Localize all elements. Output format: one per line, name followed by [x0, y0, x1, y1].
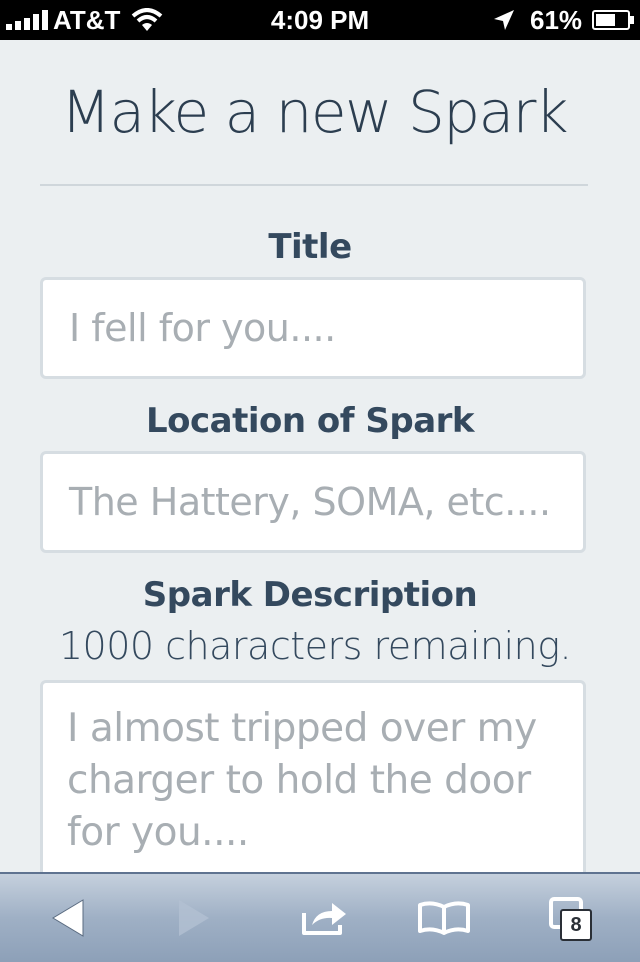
page-title: Make a new Spark	[60, 78, 569, 146]
title-input[interactable]: I fell for you....	[40, 277, 586, 379]
browser-toolbar: 8	[0, 872, 640, 962]
tabs-count-badge: 8	[560, 909, 592, 941]
battery-percentage: 61%	[530, 5, 583, 35]
page-content: Make a new Spark Title I fell for you...…	[0, 40, 640, 872]
share-button[interactable]	[292, 874, 358, 962]
back-arrow-icon	[52, 899, 84, 937]
forward-arrow-icon	[179, 900, 209, 936]
status-bar: AT&T 4:09 PM 61%	[0, 0, 640, 40]
description-textarea[interactable]: I almost tripped over my charger to hold…	[40, 680, 586, 872]
bookmarks-icon	[418, 901, 470, 935]
share-icon	[302, 903, 346, 935]
back-button[interactable]	[40, 874, 96, 962]
title-label: Title	[268, 227, 352, 267]
location-input[interactable]: The Hattery, SOMA, etc....	[40, 451, 586, 553]
forward-button[interactable]	[166, 874, 222, 962]
location-label: Location of Spark	[145, 401, 475, 441]
tabs-button[interactable]: 8	[540, 874, 602, 962]
description-label: Spark Description	[142, 575, 478, 615]
characters-remaining: 1000 characters remaining.	[58, 624, 572, 668]
location-arrow-icon	[494, 10, 514, 30]
bookmarks-button[interactable]	[414, 874, 474, 962]
battery-icon	[592, 10, 634, 30]
divider	[40, 184, 588, 186]
